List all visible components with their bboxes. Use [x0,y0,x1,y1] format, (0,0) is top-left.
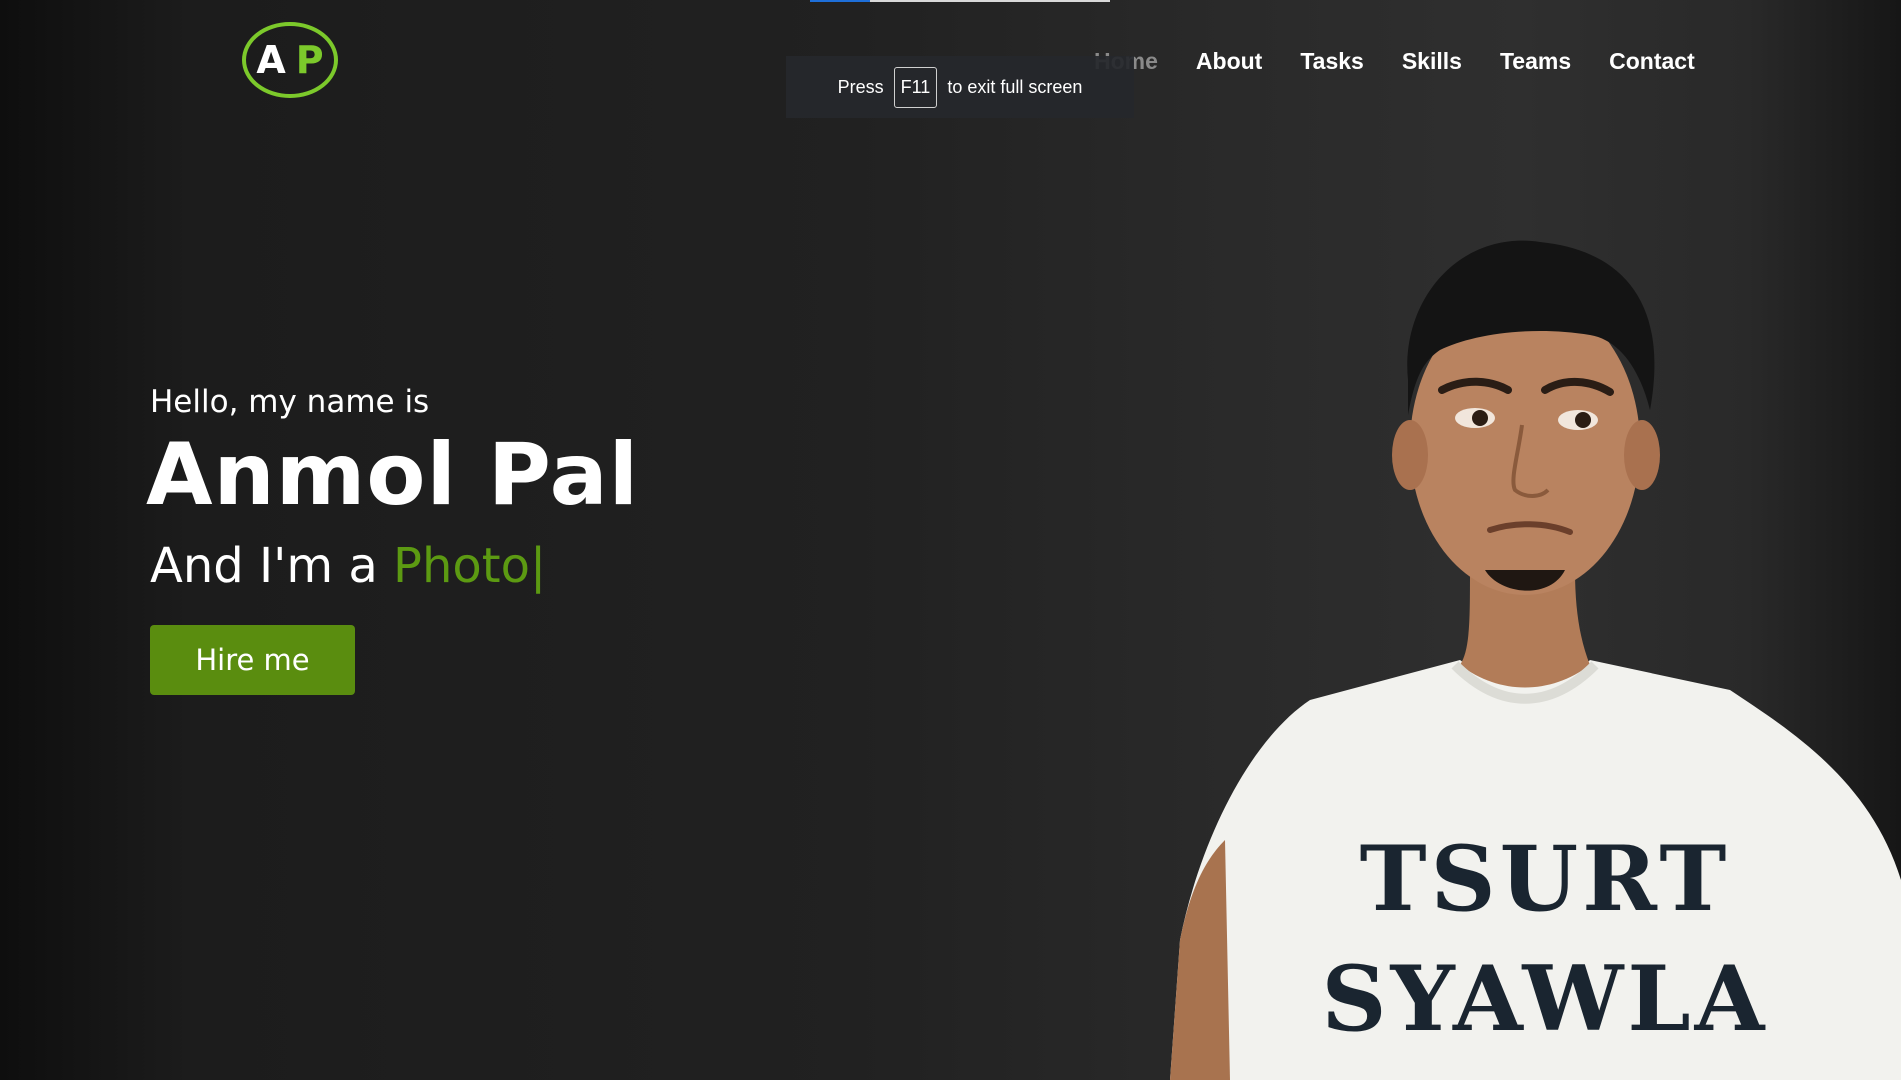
nav-about[interactable]: About [1196,48,1262,75]
nav-contact[interactable]: Contact [1609,48,1695,75]
hire-me-button[interactable]: Hire me [150,625,355,695]
site-logo[interactable]: AP [242,22,338,98]
nav-teams[interactable]: Teams [1500,48,1571,75]
role-typed-text: Photo [393,538,530,594]
hero-role-line: And I'm a Photo| [150,538,639,594]
loading-progress-bar [810,0,1110,2]
hero-greeting: Hello, my name is [150,384,430,420]
toast-suffix-text: to exit full screen [947,76,1083,97]
logo-letter-a: A [256,38,296,82]
shirt-text-line2: SYAWLA [1321,946,1768,1052]
hero-name: Anmol Pal [146,425,640,525]
shirt-text-line1: TSURT [1360,826,1731,932]
typing-cursor: | [529,538,547,594]
nav-tasks[interactable]: Tasks [1300,48,1364,75]
toast-press-text: Press [837,76,884,97]
logo-letter-p: P [295,38,334,82]
fullscreen-exit-toast: Press F11 to exit full screen [786,56,1134,118]
toast-key-f11: F11 [893,66,938,108]
role-prefix: And I'm a [150,538,378,594]
profile-photo: TSURT SYAWLA [1170,240,1901,1080]
nav-skills[interactable]: Skills [1402,48,1462,75]
main-nav: Home About Tasks Skills Teams Contact [1094,48,1733,75]
hero-intro: Hello, my name is Anmol Pal And I'm a Ph… [146,384,639,594]
